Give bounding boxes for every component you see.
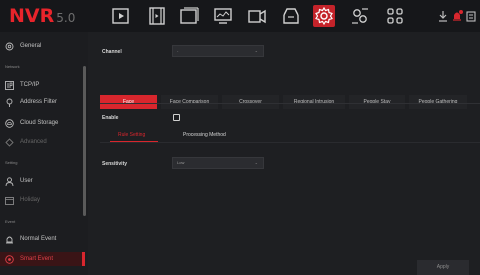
sidebar-item-user[interactable]: User bbox=[5, 174, 83, 188]
sidebar: General Network TCP/IP Address Filter Cl… bbox=[0, 32, 88, 275]
sidebar-item-holiday[interactable]: Holiday bbox=[5, 193, 83, 207]
sidebar-item-normal-event[interactable]: Normal Event bbox=[5, 232, 83, 246]
sidebar-section-setting: Setting bbox=[5, 160, 18, 165]
enable-label: Enable bbox=[102, 115, 119, 121]
logo-version: 5.0 bbox=[56, 11, 76, 25]
smart-event-tabs: Face Face Comparison Crossover Regional … bbox=[100, 95, 467, 109]
sidebar-item-tcpip[interactable]: TCP/IP bbox=[5, 78, 83, 92]
nvr-logo: NVR 5.0 bbox=[9, 5, 75, 27]
pin-icon bbox=[5, 98, 14, 107]
subtab-processing-method[interactable]: Processing Method bbox=[183, 132, 226, 138]
top-bar: NVR 5.0 bbox=[0, 0, 480, 32]
sidebar-item-smart-event[interactable]: Smart Event bbox=[0, 252, 85, 266]
gear-icon bbox=[5, 42, 14, 51]
cloud-icon bbox=[5, 118, 14, 128]
sidebar-item-label: Address Filter bbox=[20, 99, 58, 105]
channel-label: Channel bbox=[102, 49, 122, 55]
subtab-rule-setting[interactable]: Rule Setting bbox=[118, 132, 145, 138]
chevron-down-icon: ⌄ bbox=[254, 48, 258, 53]
logo-text: NVR bbox=[9, 5, 55, 27]
chevron-down-icon: ⌄ bbox=[254, 160, 258, 165]
download-icon[interactable] bbox=[437, 9, 449, 23]
tab-face-comparison[interactable]: Face Comparison bbox=[161, 95, 218, 109]
sidebar-item-label: Advanced bbox=[20, 139, 47, 145]
backup-icon[interactable] bbox=[280, 5, 302, 27]
alarm-event-icon bbox=[5, 235, 14, 244]
sidebar-item-label: General bbox=[20, 43, 42, 49]
monitor-icon[interactable] bbox=[212, 5, 234, 27]
settings-gear-icon[interactable] bbox=[313, 5, 335, 27]
sidebar-item-address-filter[interactable]: Address Filter bbox=[5, 95, 83, 109]
user-icon bbox=[5, 176, 14, 186]
camera-icon[interactable] bbox=[246, 5, 268, 27]
sensitivity-label: Sensitivity bbox=[102, 161, 128, 167]
sidebar-item-label: Holiday bbox=[20, 197, 41, 203]
ip-icon bbox=[5, 80, 14, 90]
sidebar-scrollbar[interactable] bbox=[83, 66, 86, 216]
sidebar-section-event: Event bbox=[5, 219, 16, 224]
calendar-icon bbox=[5, 196, 14, 205]
channel-value: - bbox=[177, 48, 179, 53]
subtab-active-indicator bbox=[110, 141, 158, 142]
alarm-icon[interactable] bbox=[451, 9, 463, 23]
sidebar-item-advanced[interactable]: Advanced bbox=[5, 135, 83, 149]
lock-icon[interactable] bbox=[465, 9, 477, 23]
channel-select[interactable]: - ⌄ bbox=[172, 45, 264, 57]
files-icon[interactable] bbox=[178, 5, 200, 27]
sidebar-item-general[interactable]: General bbox=[5, 39, 83, 53]
subtab-divider bbox=[100, 142, 480, 143]
smart-event-icon bbox=[5, 254, 14, 264]
tab-face[interactable]: Face bbox=[100, 95, 157, 109]
sidebar-item-label: Smart Event bbox=[20, 256, 54, 262]
sidebar-item-label: User bbox=[20, 178, 33, 184]
divider bbox=[100, 103, 480, 104]
sidebar-item-label: Cloud Storage bbox=[20, 120, 59, 126]
apply-button[interactable]: Apply bbox=[417, 260, 469, 275]
video-clips-icon[interactable] bbox=[146, 5, 168, 27]
system-config-icon[interactable] bbox=[349, 5, 371, 27]
tab-regional-intrusion[interactable]: Regional Intrusion bbox=[283, 95, 345, 109]
sensitivity-value: Low bbox=[177, 160, 185, 165]
sensitivity-select[interactable]: Low ⌄ bbox=[172, 157, 264, 169]
playback-icon[interactable] bbox=[110, 5, 132, 27]
sidebar-item-label: Normal Event bbox=[20, 236, 57, 242]
tab-people-stay[interactable]: People Stay bbox=[349, 95, 405, 109]
sidebar-item-label: TCP/IP bbox=[20, 82, 40, 88]
tab-crossover[interactable]: Crossover bbox=[222, 95, 279, 109]
sidebar-item-cloud-storage[interactable]: Cloud Storage bbox=[5, 116, 83, 130]
sidebar-section-network: Network bbox=[5, 64, 20, 69]
enable-checkbox[interactable] bbox=[173, 114, 180, 121]
main-panel: Channel - ⌄ Face Face Comparison Crossov… bbox=[88, 32, 480, 275]
advanced-icon bbox=[5, 137, 14, 147]
apps-grid-icon[interactable] bbox=[384, 5, 406, 27]
tab-people-gathering[interactable]: People Gathering bbox=[409, 95, 467, 109]
